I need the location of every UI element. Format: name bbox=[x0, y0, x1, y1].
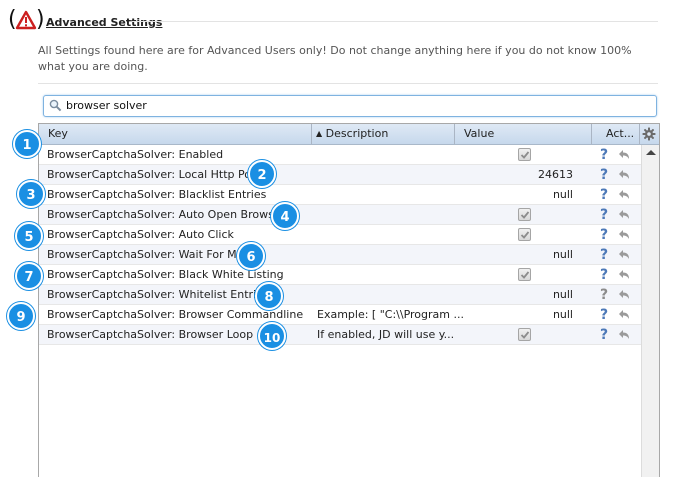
callout-badge: 1 bbox=[13, 130, 41, 158]
table-row[interactable]: BrowserCaptchaSolver: Wait For Map null? bbox=[39, 245, 641, 265]
row-description: Example: [ "C:\\Program ... bbox=[317, 308, 464, 321]
search-value[interactable]: browser solver bbox=[66, 99, 147, 112]
column-value[interactable]: Value bbox=[455, 124, 592, 144]
row-value-checkbox[interactable] bbox=[518, 148, 531, 161]
search-input[interactable]: browser solver bbox=[43, 95, 657, 117]
reset-icon[interactable] bbox=[617, 328, 631, 342]
callout-badge: 3 bbox=[17, 180, 45, 208]
row-key: BrowserCaptchaSolver: Local Http Port bbox=[47, 168, 260, 181]
row-key: BrowserCaptchaSolver: Auto Click bbox=[47, 228, 234, 241]
table-header: Key ▲ Description Value Act... bbox=[39, 124, 659, 145]
callout-badge: 8 bbox=[255, 282, 283, 310]
row-key: BrowserCaptchaSolver: Enabled bbox=[47, 148, 224, 161]
row-key: BrowserCaptchaSolver: Browser Loop bbox=[47, 328, 254, 341]
reset-icon[interactable] bbox=[617, 248, 631, 262]
column-settings[interactable] bbox=[640, 124, 659, 144]
table-row[interactable]: BrowserCaptchaSolver: Enabled? bbox=[39, 145, 641, 165]
row-value[interactable]: 24613 bbox=[538, 165, 573, 185]
row-value-checkbox[interactable] bbox=[518, 228, 531, 241]
row-value[interactable]: null bbox=[553, 285, 573, 305]
reset-icon[interactable] bbox=[617, 268, 631, 282]
section-description: All Settings found here are for Advanced… bbox=[38, 44, 632, 73]
row-value[interactable]: null bbox=[553, 185, 573, 205]
reset-icon[interactable] bbox=[617, 208, 631, 222]
help-icon[interactable]: ? bbox=[598, 166, 610, 184]
table-row[interactable]: BrowserCaptchaSolver: Browser Loop If ena… bbox=[39, 325, 641, 345]
table-row[interactable]: BrowserCaptchaSolver: Whitelist Entries n… bbox=[39, 285, 641, 305]
row-key: BrowserCaptchaSolver: Wait For Map bbox=[47, 248, 251, 261]
title-divider bbox=[132, 21, 658, 22]
row-value-checkbox[interactable] bbox=[518, 208, 531, 221]
reset-icon[interactable] bbox=[617, 308, 631, 322]
reset-icon[interactable] bbox=[617, 228, 631, 242]
callout-badge: 6 bbox=[237, 242, 265, 270]
table-row[interactable]: BrowserCaptchaSolver: Blacklist Entries n… bbox=[39, 185, 641, 205]
callout-badge: 2 bbox=[248, 160, 276, 188]
help-icon[interactable]: ? bbox=[598, 306, 610, 324]
row-value-checkbox[interactable] bbox=[518, 328, 531, 341]
callout-badge: 7 bbox=[15, 262, 43, 290]
table-row[interactable]: BrowserCaptchaSolver: Black White Listin… bbox=[39, 265, 641, 285]
help-icon[interactable]: ? bbox=[598, 246, 610, 264]
table-row[interactable]: BrowserCaptchaSolver: Auto Open Browser? bbox=[39, 205, 641, 225]
description-divider bbox=[38, 83, 658, 84]
callout-badge: 4 bbox=[271, 202, 299, 230]
row-key: BrowserCaptchaSolver: Blacklist Entries bbox=[47, 188, 267, 201]
reset-icon[interactable] bbox=[617, 148, 631, 162]
callout-badge: 10 bbox=[258, 322, 286, 350]
help-icon[interactable]: ? bbox=[598, 146, 610, 164]
help-icon[interactable]: ? bbox=[598, 266, 610, 284]
column-key[interactable]: Key bbox=[39, 124, 312, 144]
callout-badge: 9 bbox=[7, 302, 35, 330]
search-icon bbox=[49, 99, 62, 115]
help-icon[interactable]: ? bbox=[598, 286, 610, 304]
reset-icon[interactable] bbox=[617, 288, 631, 302]
row-value-checkbox[interactable] bbox=[518, 268, 531, 281]
table-row[interactable]: BrowserCaptchaSolver: Browser Commandlin… bbox=[39, 305, 641, 325]
sort-ascending-icon: ▲ bbox=[316, 129, 323, 138]
callout-badge: 5 bbox=[15, 222, 43, 250]
column-description-label: Description bbox=[325, 127, 389, 140]
table-row[interactable]: BrowserCaptchaSolver: Auto Click? bbox=[39, 225, 641, 245]
help-icon[interactable]: ? bbox=[598, 206, 610, 224]
warning-icon: ( ) bbox=[8, 7, 45, 32]
column-actions[interactable]: Act... bbox=[592, 124, 640, 144]
section-title: Advanced Settings bbox=[46, 16, 163, 29]
gear-icon[interactable] bbox=[642, 127, 656, 144]
vertical-scrollbar[interactable] bbox=[641, 145, 659, 477]
column-description[interactable]: ▲ Description bbox=[312, 124, 455, 144]
settings-table: Key ▲ Description Value Act... BrowserCa… bbox=[38, 123, 660, 477]
reset-icon[interactable] bbox=[617, 168, 631, 182]
table-row[interactable]: BrowserCaptchaSolver: Local Http Port 246… bbox=[39, 165, 641, 185]
scroll-up-arrow[interactable] bbox=[646, 150, 656, 155]
row-description: If enabled, JD will use y... bbox=[317, 328, 455, 341]
help-icon[interactable]: ? bbox=[598, 226, 610, 244]
reset-icon[interactable] bbox=[617, 188, 631, 202]
row-value[interactable]: null bbox=[553, 305, 573, 325]
help-icon[interactable]: ? bbox=[598, 326, 610, 344]
row-value[interactable]: null bbox=[553, 245, 573, 265]
row-key: BrowserCaptchaSolver: Whitelist Entries bbox=[47, 288, 269, 301]
row-key: BrowserCaptchaSolver: Auto Open Browser bbox=[47, 208, 286, 221]
help-icon[interactable]: ? bbox=[598, 186, 610, 204]
